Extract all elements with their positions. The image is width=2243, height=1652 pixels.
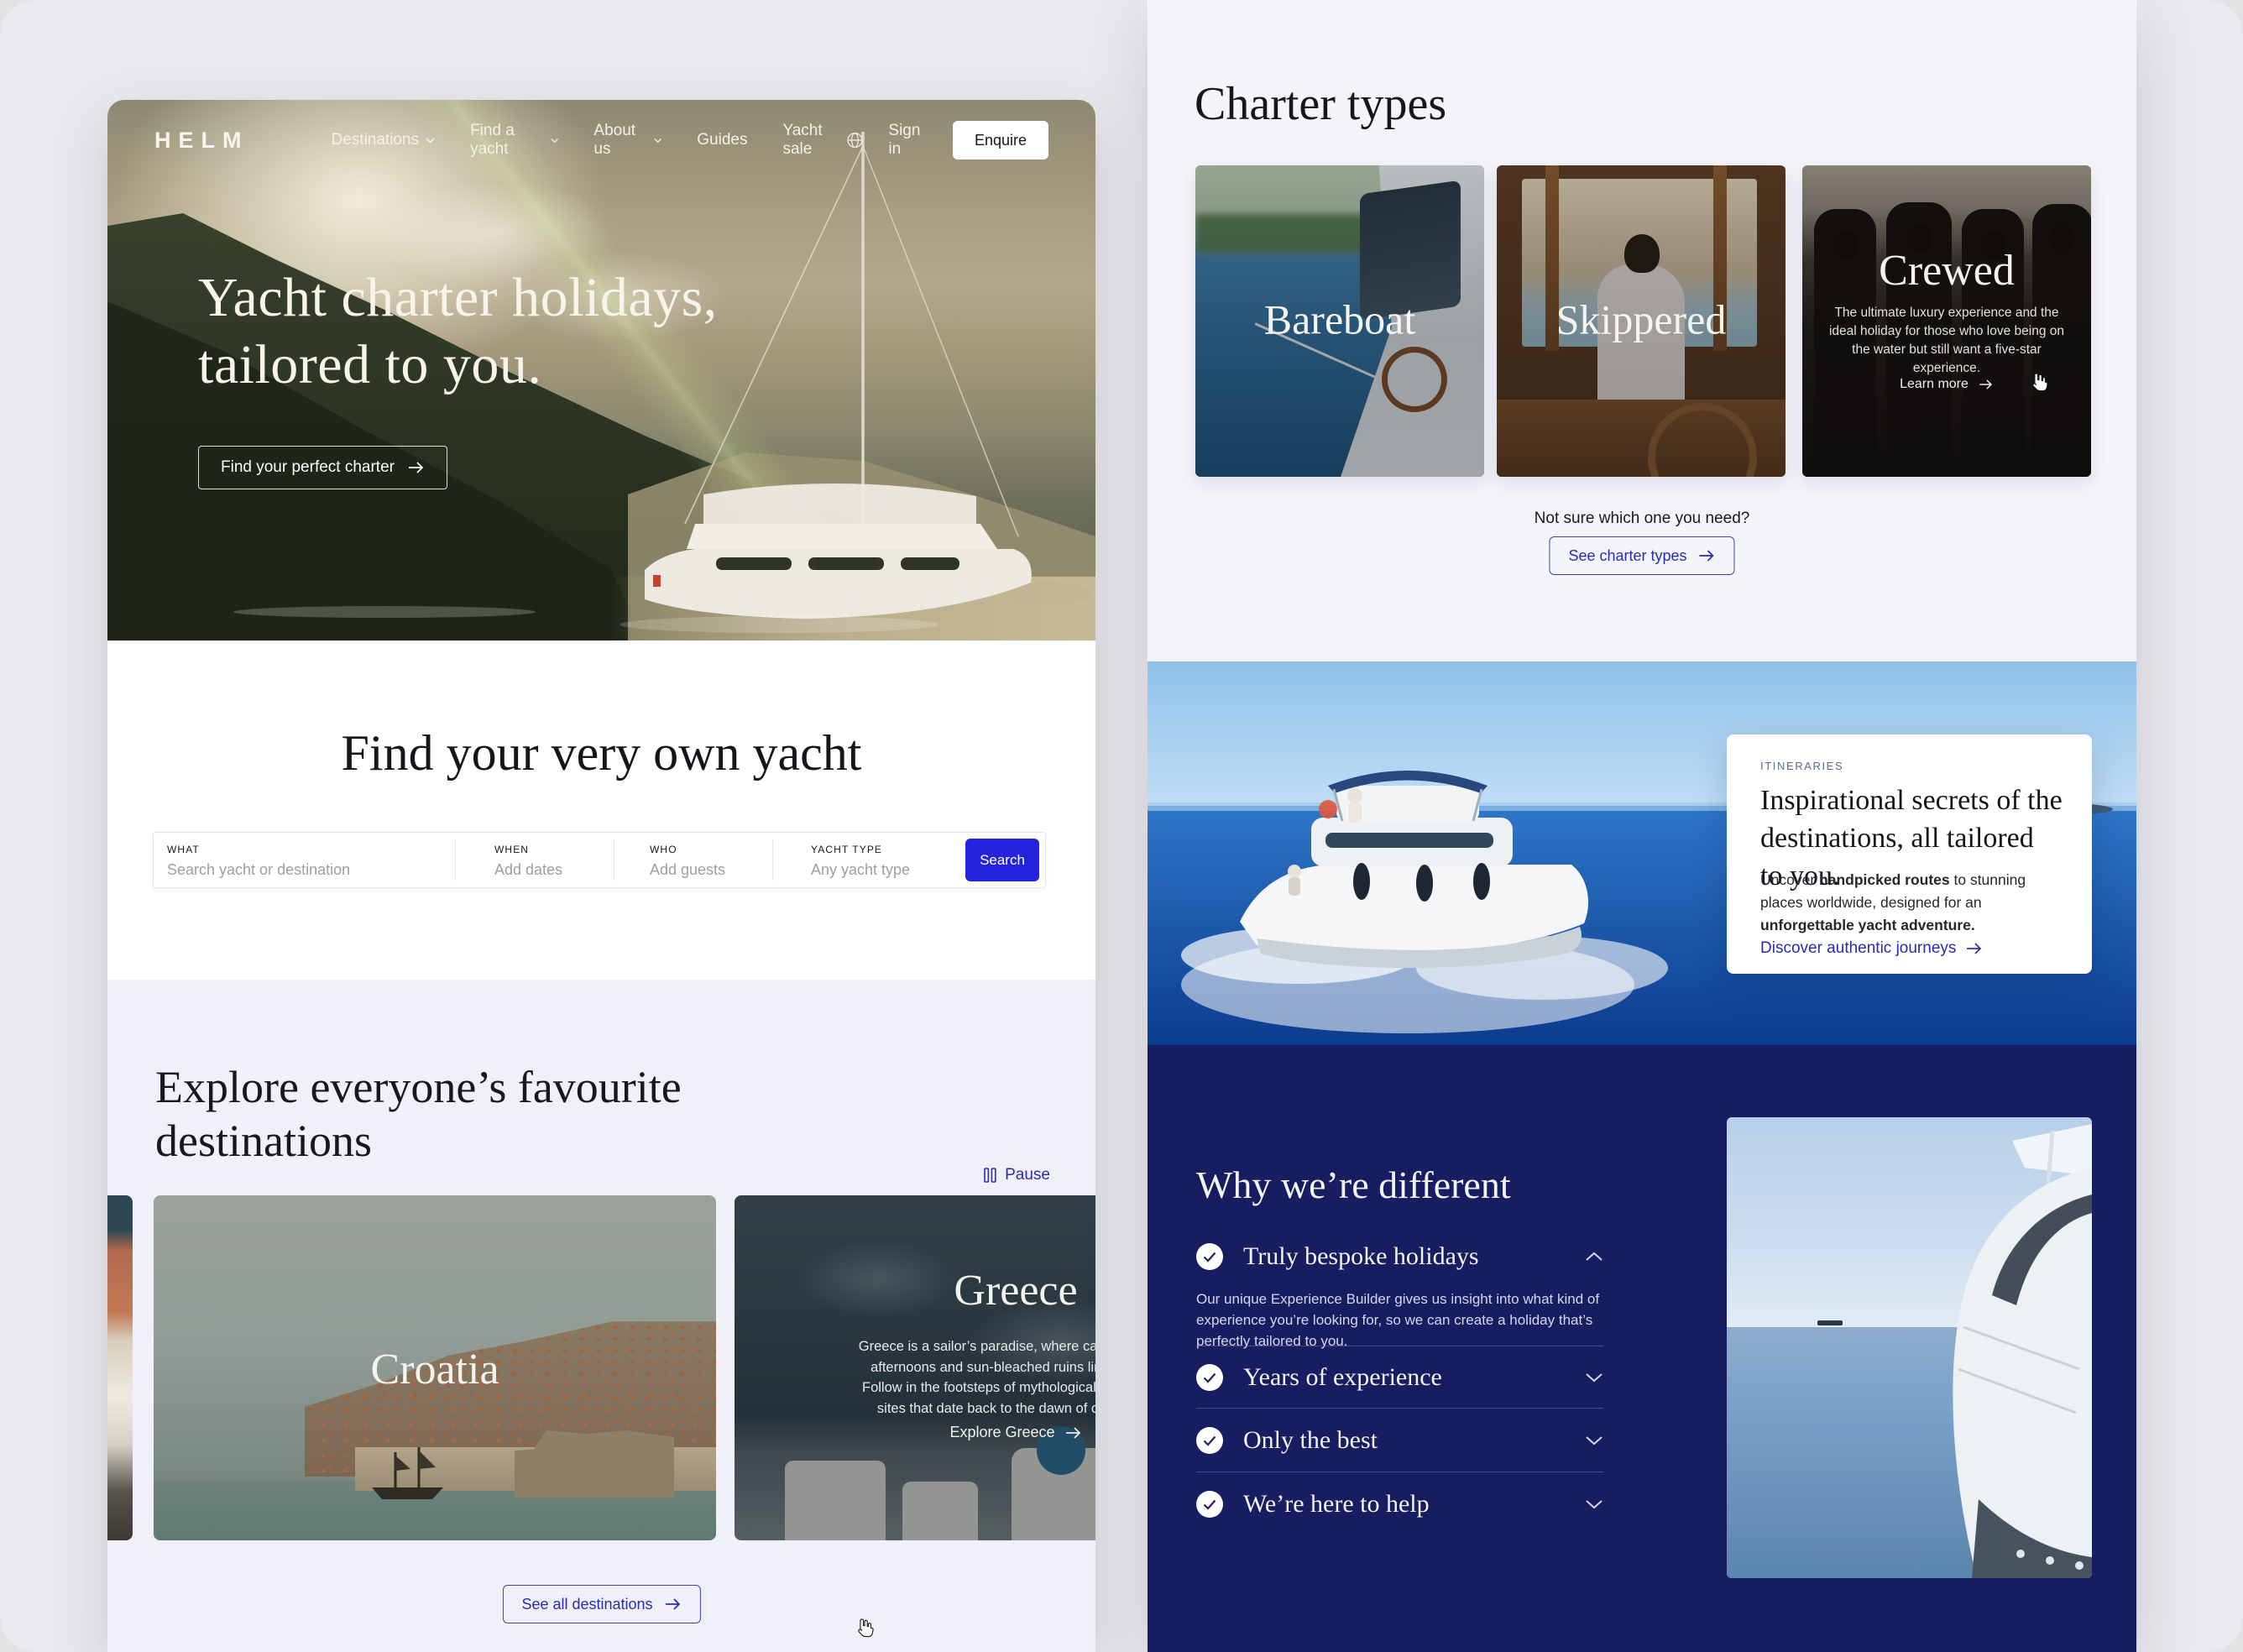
check-circle-icon [1196,1427,1223,1454]
guests-input[interactable]: Add guests [650,861,725,879]
hero-section: HELM Destinations Find a yacht About us [107,100,1095,640]
why-different-section: Why we’re different Truly bespoke holida… [1148,1045,2136,1652]
helm-logo[interactable]: HELM [154,128,249,154]
skippered-title: Skippered [1497,295,1786,343]
yacht-search-bar: WHAT Search yacht or destination WHEN Ad… [153,832,1046,888]
arrow-right-icon [665,1598,682,1610]
arrow-right-icon [1065,1427,1082,1439]
see-all-destinations-button[interactable]: See all destinations [502,1585,700,1623]
yacht-search-section: Find your very own yacht WHAT Search yac… [107,640,1095,980]
search-button[interactable]: Search [965,839,1039,881]
field-divider [772,839,773,881]
hand-cursor [2027,369,2049,393]
search-field-yacht-type[interactable]: YACHT TYPE Any yacht type [811,833,945,887]
greece-description: Greece is a sailor’s paradise, where cal… [735,1336,1095,1419]
itineraries-card: ITINERARIES Inspirational secrets of the… [1727,735,2092,974]
hand-cursor [853,1615,875,1639]
globe-icon[interactable] [846,129,864,151]
search-heading: Find your very own yacht [107,724,1095,782]
divider [1196,1408,1603,1409]
charter-card-skippered[interactable]: Skippered [1497,165,1786,477]
destinations-heading: Explore everyone’s favourite destination… [155,1060,682,1168]
bareboat-title: Bareboat [1195,295,1484,343]
itineraries-body: Uncover handpicked routes to stunning pl… [1760,869,2059,937]
arrow-right-icon [1699,550,1716,562]
destination-card-partial[interactable] [107,1195,133,1540]
arrow-right-icon [1979,379,1994,389]
why-different-heading: Why we’re different [1196,1163,1511,1207]
destination-card-greece[interactable]: Greece Greece is a sailor’s paradise, wh… [735,1195,1095,1540]
charter-card-bareboat[interactable]: Bareboat [1195,165,1484,477]
accordion-body: Our unique Experience Builder gives us i… [1196,1289,1616,1351]
explore-greece-link[interactable]: Explore Greece [735,1424,1095,1441]
search-field-what[interactable]: WHAT Search yacht or destination [167,833,452,887]
check-circle-icon [1196,1364,1223,1391]
destinations-section: Explore everyone’s favourite destination… [107,980,1095,1652]
search-input[interactable]: Search yacht or destination [167,861,350,879]
itineraries-section: ITINERARIES Inspirational secrets of the… [1148,661,2136,1045]
nav-menu: Destinations Find a yacht About us Guide… [332,122,846,159]
accordion-years-experience[interactable]: Years of experience [1196,1357,1603,1398]
chevron-down-icon [654,138,661,144]
check-circle-icon [1196,1491,1223,1518]
crewed-description: The ultimate luxury experience and the i… [1824,304,2069,378]
search-field-when[interactable]: WHEN Add dates [494,833,612,887]
chevron-down-icon [1585,1435,1603,1446]
enquire-button[interactable]: Enquire [953,121,1048,159]
check-circle-icon [1196,1243,1223,1270]
yacht-type-select[interactable]: Any yacht type [811,861,910,879]
sailing-ship-silhouette [363,1444,456,1503]
field-divider [455,839,456,881]
chevron-down-icon [551,138,558,144]
charter-card-crewed[interactable]: Crewed The ultimate luxury experience an… [1802,165,2091,477]
charter-helper-text: Not sure which one you need? [1148,510,2136,528]
yacht-photo-card [1727,1117,2092,1578]
nav-item-guides[interactable]: Guides [697,131,747,149]
nav-item-about-us[interactable]: About us [593,122,661,159]
destinations-carousel: Croatia Greece Greece is a sailor’s pa [107,1195,1095,1540]
chevron-down-icon [1585,1499,1603,1509]
chevron-down-icon [1585,1372,1603,1383]
hero-title: Yacht charter holidays, tailored to you. [198,264,718,399]
mockup-canvas: HELM Destinations Find a yacht About us [0,0,2243,1652]
croatia-title: Croatia [154,1345,716,1394]
homepage-screenshot: HELM Destinations Find a yacht About us [107,100,1095,1652]
accordion-here-to-help[interactable]: We’re here to help [1196,1484,1603,1524]
accordion-only-the-best[interactable]: Only the best [1196,1420,1603,1461]
dates-input[interactable]: Add dates [494,861,562,879]
sign-in-link[interactable]: Sign in [888,122,928,159]
arrow-right-icon [408,462,425,473]
itineraries-eyebrow: ITINERARIES [1760,760,1843,772]
destination-card-croatia[interactable]: Croatia [154,1195,716,1540]
yacht-bow-image [1727,1117,2092,1578]
arrow-right-icon [1966,943,1983,954]
search-field-who[interactable]: WHO Add guests [650,833,767,887]
accordion-truly-bespoke[interactable]: Truly bespoke holidays [1196,1236,1603,1277]
discover-journeys-link[interactable]: Discover authentic journeys [1760,939,1983,958]
see-charter-types-button[interactable]: See charter types [1549,536,1734,575]
chevron-up-icon [1585,1252,1603,1262]
find-perfect-charter-button[interactable]: Find your perfect charter [198,446,447,489]
pause-icon [984,1168,996,1183]
charter-types-heading: Charter types [1195,77,1446,131]
crewed-title: Crewed [1802,246,2091,295]
charter-types-screenshot: Charter types Bareboat Skippered [1148,0,2136,1652]
nav-item-destinations[interactable]: Destinations [332,131,436,149]
top-navigation: HELM Destinations Find a yacht About us [107,100,1095,180]
nav-right-group: Sign in Enquire [846,121,1048,159]
nav-item-yacht-sale[interactable]: Yacht sale [782,122,845,159]
greece-title: Greece [735,1266,1095,1315]
nav-item-find-a-yacht[interactable]: Find a yacht [470,122,558,159]
chevron-down-icon [426,138,435,144]
carousel-pause-control[interactable]: Pause [984,1166,1050,1184]
